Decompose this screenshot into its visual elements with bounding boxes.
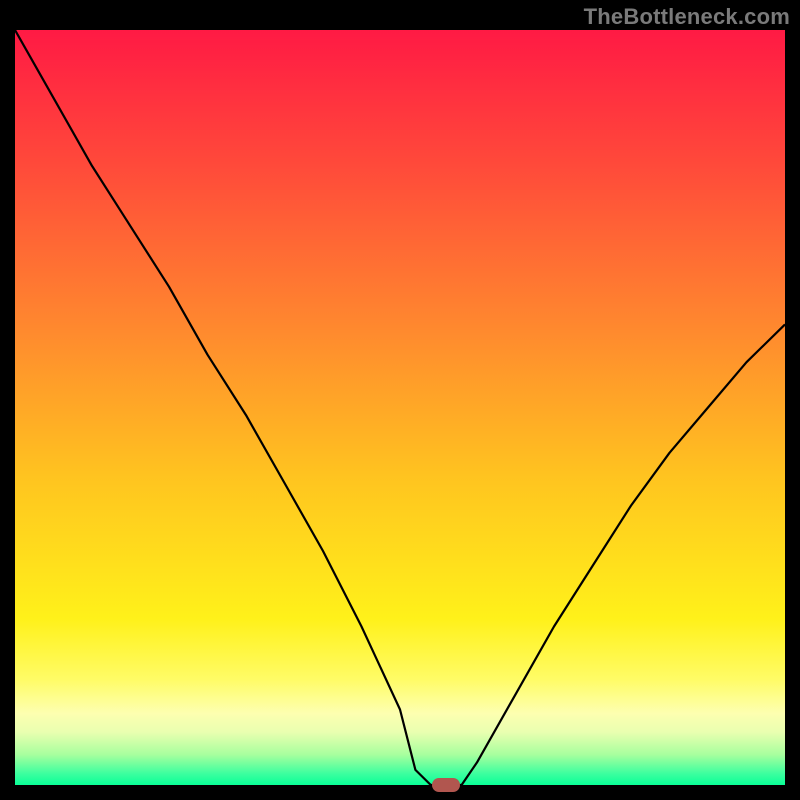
chart-frame: TheBottleneck.com [0,0,800,800]
optimum-marker [432,778,460,792]
bottleneck-chart [15,30,785,785]
plot-background [15,30,785,785]
watermark-text: TheBottleneck.com [584,4,790,30]
